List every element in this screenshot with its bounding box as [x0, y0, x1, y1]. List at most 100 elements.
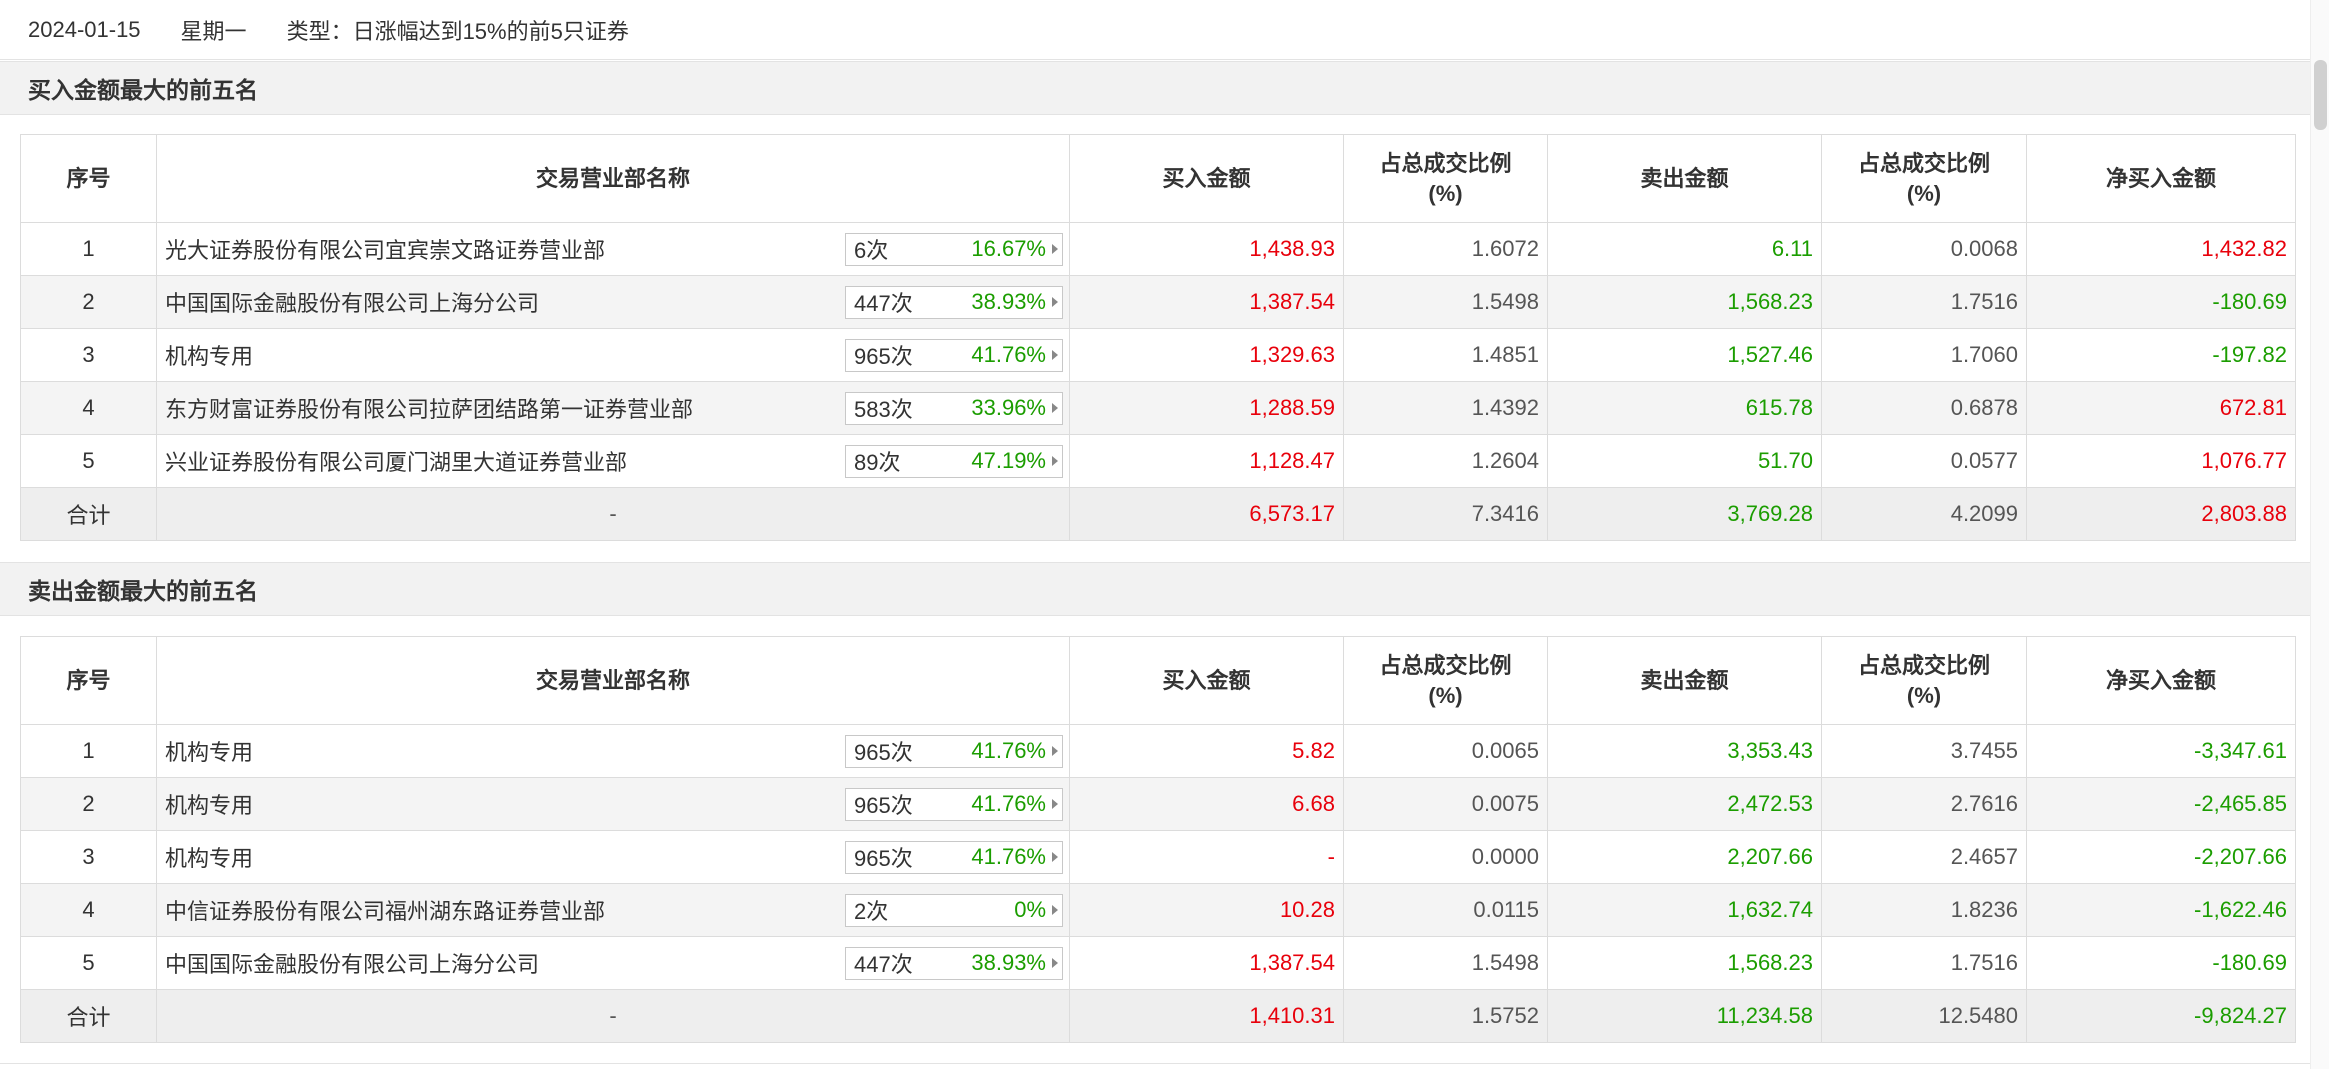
- caret-right-icon: [1052, 244, 1058, 254]
- branch-times: 6次: [854, 238, 889, 263]
- branch-stat-button[interactable]: 965次 41.76%: [845, 787, 1063, 821]
- total-net-cell: -9,824.27: [2026, 989, 2296, 1043]
- buy-ratio-cell: 0.0000: [1343, 830, 1548, 884]
- branch-cell: 兴业证券股份有限公司厦门湖里大道证券营业部 89次 47.19%: [156, 434, 1070, 488]
- branch-name: 中信证券股份有限公司福州湖东路证券营业部: [165, 899, 606, 924]
- col-header-sell: 卖出金额: [1547, 636, 1822, 725]
- vertical-scrollbar[interactable]: [2310, 0, 2329, 1069]
- branch-name: 机构专用: [165, 793, 254, 818]
- branch-cell: 光大证券股份有限公司宜宾崇文路证券营业部 6次 16.67%: [156, 222, 1070, 276]
- branch-stat-button[interactable]: 89次 47.19%: [845, 444, 1063, 478]
- branch-cell: 中国国际金融股份有限公司上海分公司 447次 38.93%: [156, 936, 1070, 990]
- branch-stat-button[interactable]: 447次 38.93%: [845, 946, 1063, 980]
- branch-times: 965次: [854, 740, 913, 765]
- rank-cell: 1: [20, 222, 157, 276]
- bottom-divider: [0, 1063, 2310, 1064]
- branch-stat-button[interactable]: 965次 41.76%: [845, 734, 1063, 768]
- branch-cell: 机构专用 965次 41.76%: [156, 830, 1070, 884]
- rank-cell: 5: [20, 434, 157, 488]
- caret-right-icon: [1052, 799, 1058, 809]
- total-buy-ratio-cell: 7.3416: [1343, 487, 1548, 541]
- total-row: 合计 - 1,410.31 1.5752 11,234.58 12.5480 -…: [20, 989, 2296, 1043]
- sell-ratio-cell: 1.7516: [1821, 936, 2027, 990]
- branch-cell: 中国国际金融股份有限公司上海分公司 447次 38.93%: [156, 275, 1070, 329]
- branch-times: 583次: [854, 397, 913, 422]
- total-row: 合计 - 6,573.17 7.3416 3,769.28 4.2099 2,8…: [20, 487, 2296, 541]
- sell-ratio-cell: 0.0577: [1821, 434, 2027, 488]
- branch-win-rate: 38.93%: [971, 950, 1046, 975]
- sell-amount-cell: 615.78: [1547, 381, 1822, 435]
- sell-amount-cell: 1,527.46: [1547, 328, 1822, 382]
- buy-amount-cell: 1,438.93: [1069, 222, 1344, 276]
- table-row: 4 中信证券股份有限公司福州湖东路证券营业部 2次 0% 10.28 0.011…: [20, 883, 2296, 937]
- branch-cell: 机构专用 965次 41.76%: [156, 328, 1070, 382]
- branch-win-rate: 16.67%: [971, 236, 1046, 261]
- branch-stat-button[interactable]: 2次 0%: [845, 893, 1063, 927]
- branch-cell: 机构专用 965次 41.76%: [156, 724, 1070, 778]
- caret-right-icon: [1052, 905, 1058, 915]
- table-row: 5 中国国际金融股份有限公司上海分公司 447次 38.93% 1,387.54…: [20, 936, 2296, 990]
- branch-cell: 中信证券股份有限公司福州湖东路证券营业部 2次 0%: [156, 883, 1070, 937]
- buy-ratio-cell: 1.5498: [1343, 275, 1548, 329]
- total-buy-ratio-cell: 1.5752: [1343, 989, 1548, 1043]
- branch-win-rate: 0%: [1014, 897, 1046, 922]
- table-row: 3 机构专用 965次 41.76% - 0.0000 2,207.66 2.4…: [20, 830, 2296, 884]
- net-amount-cell: -1,622.46: [2026, 883, 2296, 937]
- rank-cell: 1: [20, 724, 157, 778]
- branch-times: 965次: [854, 793, 913, 818]
- col-header-name: 交易营业部名称: [156, 134, 1070, 223]
- branch-times: 965次: [854, 846, 913, 871]
- sell-ratio-cell: 1.7060: [1821, 328, 2027, 382]
- header-date: 2024-01-15: [28, 16, 141, 42]
- sell-amount-cell: 2,472.53: [1547, 777, 1822, 831]
- branch-times: 2次: [854, 899, 889, 924]
- buy-ratio-cell: 1.4392: [1343, 381, 1548, 435]
- caret-right-icon: [1052, 746, 1058, 756]
- rank-cell: 3: [20, 830, 157, 884]
- sell-ratio-cell: 0.6878: [1821, 381, 2027, 435]
- col-header-name: 交易营业部名称: [156, 636, 1070, 725]
- sell-ratio-cell: 1.7516: [1821, 275, 2027, 329]
- sell-amount-cell: 1,632.74: [1547, 883, 1822, 937]
- col-header-sell-ratio: 占总成交比例 (%): [1821, 134, 2027, 223]
- buy-amount-cell: 1,329.63: [1069, 328, 1344, 382]
- sell-ratio-cell: 2.7616: [1821, 777, 2027, 831]
- branch-stat-button[interactable]: 965次 41.76%: [845, 840, 1063, 874]
- col-header-sell-ratio: 占总成交比例 (%): [1821, 636, 2027, 725]
- total-buy-cell: 6,573.17: [1069, 487, 1344, 541]
- scrollbar-thumb[interactable]: [2314, 60, 2327, 130]
- buy-ratio-cell: 1.2604: [1343, 434, 1548, 488]
- buy-amount-cell: 1,387.54: [1069, 275, 1344, 329]
- total-name-cell: -: [156, 487, 1070, 541]
- top-buyers-body: 1 光大证券股份有限公司宜宾崇文路证券营业部 6次 16.67% 1,438.9…: [20, 222, 2296, 541]
- branch-win-rate: 41.76%: [971, 342, 1046, 367]
- col-header-buy-ratio: 占总成交比例 (%): [1343, 134, 1548, 223]
- net-amount-cell: -180.69: [2026, 275, 2296, 329]
- table-header-row: 序号 交易营业部名称 买入金额 占总成交比例 (%) 卖出金额 占总成交比例 (%)…: [20, 134, 2296, 223]
- branch-stat-button[interactable]: 965次 41.76%: [845, 338, 1063, 372]
- col-header-net: 净买入金额: [2026, 134, 2296, 223]
- page-header: 2024-01-15 星期一 类型：日涨幅达到15%的前5只证券: [0, 0, 2310, 60]
- sell-ratio-cell: 3.7455: [1821, 724, 2027, 778]
- rank-cell: 5: [20, 936, 157, 990]
- sell-ratio-cell: 0.0068: [1821, 222, 2027, 276]
- branch-win-rate: 38.93%: [971, 289, 1046, 314]
- branch-times: 447次: [854, 291, 913, 316]
- section-title-top-sellers: 卖出金额最大的前五名: [0, 562, 2310, 616]
- branch-times: 447次: [854, 952, 913, 977]
- net-amount-cell: -180.69: [2026, 936, 2296, 990]
- top-sellers-body: 1 机构专用 965次 41.76% 5.82 0.0065 3,353.43 …: [20, 724, 2296, 1043]
- branch-stat-button[interactable]: 583次 33.96%: [845, 391, 1063, 425]
- buy-amount-cell: 10.28: [1069, 883, 1344, 937]
- net-amount-cell: -2,207.66: [2026, 830, 2296, 884]
- rank-cell: 2: [20, 777, 157, 831]
- branch-name: 兴业证券股份有限公司厦门湖里大道证券营业部: [165, 450, 628, 475]
- sell-amount-cell: 1,568.23: [1547, 275, 1822, 329]
- branch-stat-button[interactable]: 447次 38.93%: [845, 285, 1063, 319]
- branch-stat-button[interactable]: 6次 16.67%: [845, 232, 1063, 266]
- branch-name: 机构专用: [165, 846, 254, 871]
- caret-right-icon: [1052, 297, 1058, 307]
- buy-amount-cell: 1,128.47: [1069, 434, 1344, 488]
- buy-amount-cell: 5.82: [1069, 724, 1344, 778]
- rank-cell: 4: [20, 883, 157, 937]
